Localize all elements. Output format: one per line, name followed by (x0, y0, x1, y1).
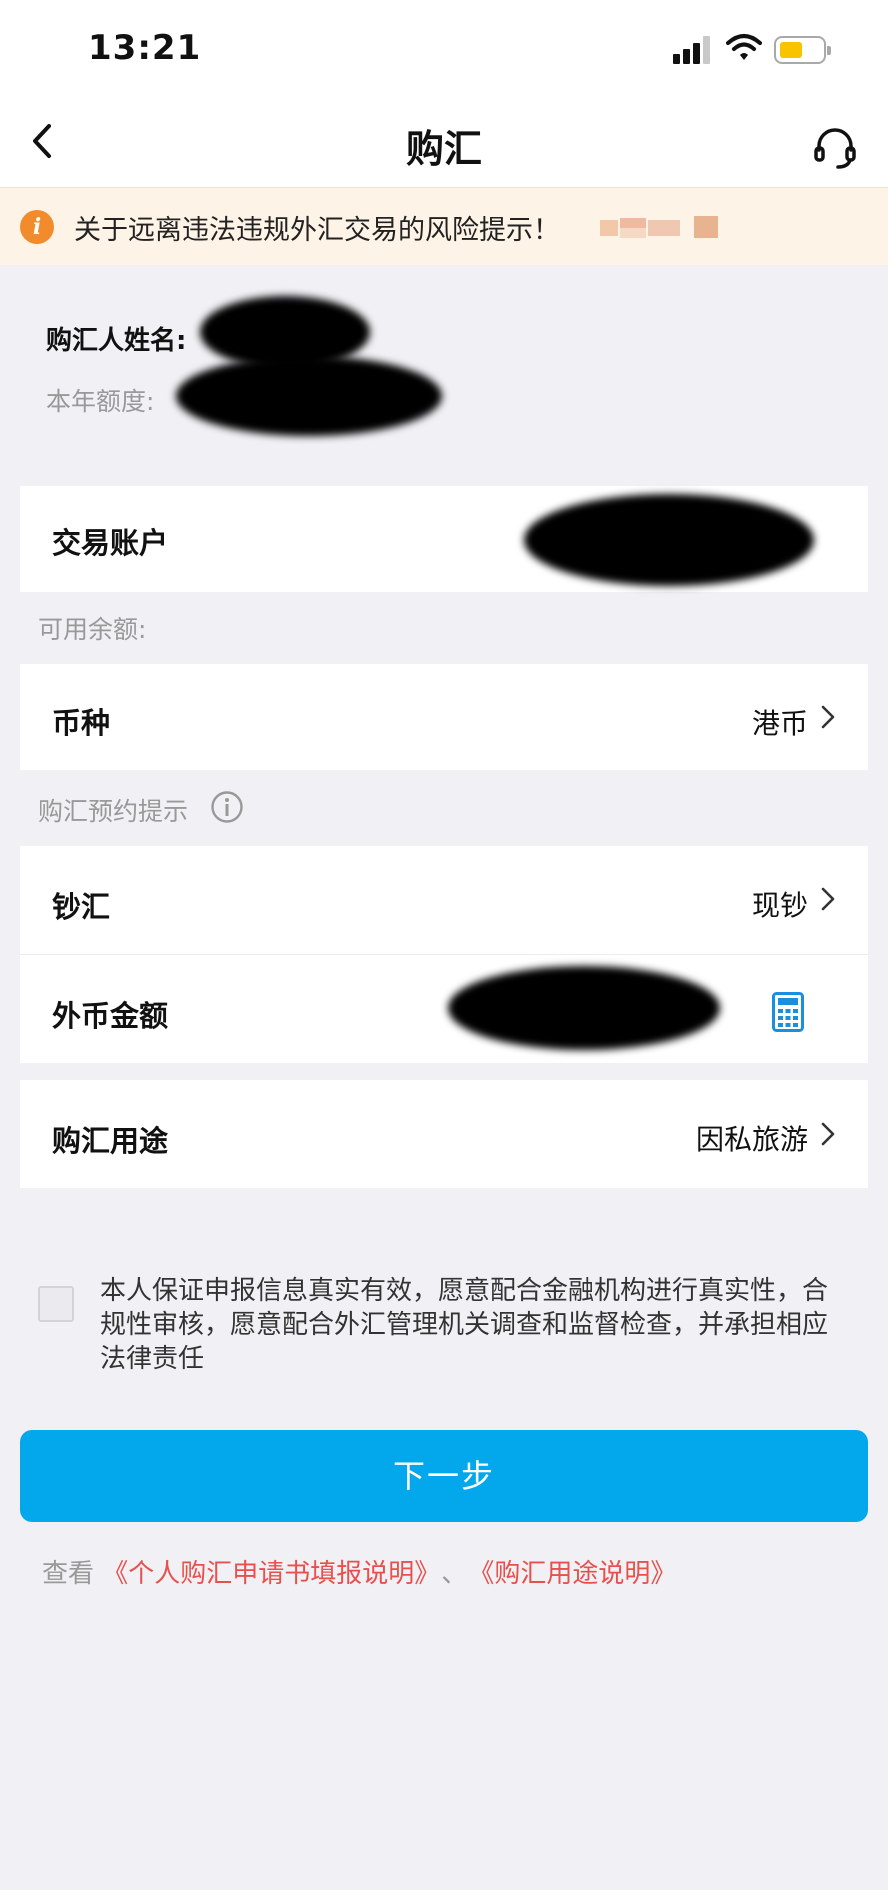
amount-label: 外币金额 (52, 999, 169, 1033)
cash-type-row[interactable]: 钞汇 现钞 (20, 846, 868, 954)
purpose-row[interactable]: 购汇用途 因私旅游 (20, 1080, 868, 1188)
cellular-signal-icon (673, 36, 713, 64)
reservation-hint-label: 购汇预约提示 (38, 797, 189, 826)
amount-row[interactable]: 外币金额 (20, 955, 868, 1063)
links-prefix: 查看 (42, 1559, 95, 1589)
payer-name-label: 购汇人姓名: (46, 326, 187, 356)
top-bar: 13:21 购汇 (0, 0, 888, 187)
purpose-value: 因私旅游 (695, 1123, 808, 1156)
redacted-annual-quota (176, 356, 442, 436)
bottom-area (0, 1850, 888, 1890)
currency-label: 币种 (52, 706, 111, 740)
application-guide-link[interactable]: 《个人购汇申请书填报说明》 (102, 1559, 427, 1589)
currency-row[interactable]: 币种 港币 (20, 664, 868, 770)
calculator-icon[interactable] (772, 992, 804, 1032)
redacted-amount-input[interactable] (448, 966, 720, 1050)
purpose-guide-link[interactable]: 《购汇用途说明》 (481, 1559, 676, 1589)
chevron-right-icon (821, 705, 835, 729)
notice-text: 关于远离违法违规外汇交易的风险提示！ (74, 215, 560, 246)
info-circle-icon[interactable] (210, 790, 244, 824)
wifi-icon (726, 34, 762, 60)
risk-notice-banner[interactable]: i 关于远离违法违规外汇交易的风险提示！ (0, 187, 888, 265)
chevron-right-icon (821, 887, 835, 911)
account-label: 交易账户 (52, 526, 169, 560)
next-button[interactable]: 下一步 (20, 1430, 868, 1522)
headset-icon[interactable] (812, 125, 858, 171)
links-separator: 、 (441, 1559, 468, 1589)
cash-type-label: 钞汇 (52, 890, 111, 924)
page-title: 购汇 (405, 127, 482, 171)
guide-links: 查看 《个人购汇申请书填报说明》、《购汇用途说明》 (42, 1553, 676, 1590)
info-icon: i (20, 210, 54, 244)
cash-type-value: 现钞 (751, 889, 808, 922)
balance-label: 可用余额: (38, 615, 147, 644)
purpose-label: 购汇用途 (52, 1124, 169, 1158)
agreement-text: 本人保证申报信息真实有效，愿意配合金融机构进行真实性，合规性审核，愿意配合外汇管… (100, 1276, 829, 1374)
redacted-account-number (524, 494, 814, 586)
purchase-fx-page: 13:21 购汇 i 关于远离违法违规外汇交易的风险提示！ 购汇人姓名: 本年额… (0, 0, 888, 1890)
chevron-right-icon (821, 1122, 835, 1146)
currency-value: 港币 (751, 707, 808, 740)
battery-icon (774, 36, 831, 64)
notice-tag-image (600, 216, 718, 238)
status-time: 13:21 (88, 28, 202, 68)
agreement-checkbox[interactable] (38, 1286, 74, 1322)
annual-quota-label: 本年额度: (46, 387, 155, 416)
